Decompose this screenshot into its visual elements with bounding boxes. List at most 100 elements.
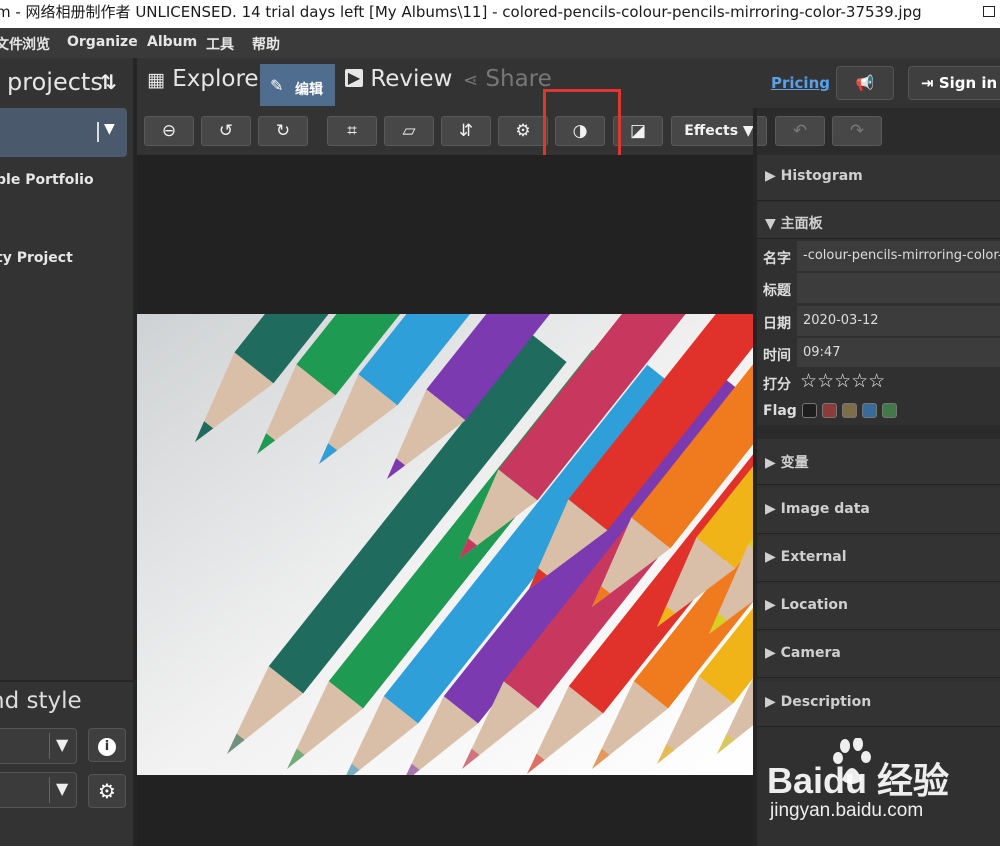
effects-label: Effects — [684, 123, 739, 139]
chevron-down-icon[interactable]: ▼ — [56, 779, 68, 798]
straighten-icon: ▱ — [402, 121, 416, 141]
date-field[interactable]: 2020-03-12 — [797, 306, 1000, 336]
row-title: 标题 — [757, 273, 1000, 304]
section-main[interactable]: ▼ 主面板 — [757, 203, 1000, 239]
edit-toolbar: ⊖ ↺ ↻ ⌗ ▱ ⇵ ⚙ ◑ ◪ Effects ▼ ↶ ↷ — [137, 108, 882, 155]
menu-browse[interactable]: 浏览 — [22, 34, 50, 54]
flag-label: Flag — [763, 403, 797, 419]
window-title: m - 网络相册制作者 UNLICENSED. 14 trial days le… — [0, 3, 922, 21]
image-data-label: Image data — [780, 501, 870, 517]
description-label: Description — [780, 694, 872, 710]
straighten-button[interactable]: ▱ — [384, 116, 434, 146]
tab-explore-label: Explore — [172, 66, 259, 92]
minus-circle-icon: ⊖ — [161, 121, 177, 141]
title-field[interactable] — [797, 273, 1000, 303]
row-rating: 打分 ☆☆☆☆☆ — [757, 367, 1000, 398]
menu-organize[interactable]: Organize — [67, 34, 138, 50]
megaphone-icon: 📢 — [855, 74, 875, 92]
settings-button[interactable]: ⚙ — [88, 774, 126, 808]
undo-button[interactable]: ↶ — [775, 116, 825, 146]
project-item-project[interactable]: ty Project — [0, 250, 73, 266]
project-item-portfolio[interactable]: ple Portfolio — [0, 172, 94, 188]
flag-swatch[interactable] — [862, 403, 877, 418]
watermark-brand: Bai​du 经验 — [767, 760, 950, 801]
section-camera[interactable]: ▶ Camera — [757, 632, 1000, 678]
pricing-link[interactable]: Pricing — [771, 74, 830, 92]
flag-swatch[interactable] — [842, 403, 857, 418]
redo-button[interactable]: ↷ — [832, 116, 882, 146]
flip-icon: ⇵ — [458, 121, 474, 141]
camera-label: Camera — [780, 645, 841, 661]
menu-album[interactable]: Album — [147, 34, 197, 50]
rotate-left-button[interactable]: ↺ — [201, 116, 251, 146]
announcement-button[interactable]: 📢 — [836, 66, 894, 100]
section-variables[interactable]: ▶ 变量 — [757, 439, 1000, 485]
tab-share-label: Share — [485, 66, 552, 92]
tab-edit[interactable]: ✎ 编辑 — [260, 64, 335, 106]
gear-icon: ⚙ — [515, 121, 531, 141]
flip-button[interactable]: ⇵ — [441, 116, 491, 146]
redo-icon: ↷ — [849, 121, 865, 141]
tab-review-label: Review — [370, 66, 453, 92]
style-dropdown-2[interactable]: ▼ — [0, 772, 77, 808]
grid-icon: ▦ — [147, 69, 165, 91]
section-external[interactable]: ▶ External — [757, 536, 1000, 582]
location-label: Location — [780, 597, 849, 613]
project-select[interactable]: ▼ — [0, 108, 127, 157]
gear-icon: ⚙ — [98, 779, 116, 803]
sort-icon[interactable]: ⇅ — [100, 70, 117, 94]
row-time: 时间 09:47 — [757, 338, 1000, 369]
menu-file[interactable]: 文件 — [0, 34, 23, 54]
sign-in-icon: ⇥ — [921, 74, 934, 92]
dropdown-separator — [49, 733, 50, 759]
crop-button[interactable]: ⌗ — [327, 116, 377, 146]
image-viewer[interactable] — [137, 155, 755, 846]
title-label: 标题 — [763, 283, 791, 299]
info-icon: i — [98, 738, 116, 756]
pencil-icon: ✎ — [270, 76, 284, 95]
flag-swatch[interactable] — [802, 403, 817, 418]
rating-stars[interactable]: ☆☆☆☆☆ — [800, 370, 885, 392]
menu-tools[interactable]: 工具 — [206, 34, 234, 54]
section-gap — [757, 425, 1000, 439]
main-panel-label: 主面板 — [780, 216, 823, 232]
sign-in-button[interactable]: ⇥ Sign in — [908, 66, 1000, 100]
panel-divider — [0, 680, 133, 682]
flag-swatch[interactable] — [822, 403, 837, 418]
chevron-down-icon[interactable]: ▼ — [104, 121, 115, 137]
date-label: 日期 — [763, 316, 791, 332]
tab-review[interactable]: ▶ Review — [345, 66, 452, 92]
tab-share[interactable]: ⋖ Share — [463, 66, 552, 92]
row-date: 日期 2020-03-12 — [757, 306, 1000, 337]
rotate-right-icon: ↻ — [275, 121, 291, 141]
exposure-icon: ◪ — [629, 121, 647, 141]
histogram-label: Histogram — [780, 168, 863, 184]
section-description[interactable]: ▶ Description — [757, 681, 1000, 727]
photo-colored-pencils — [137, 314, 753, 775]
variables-label: 变量 — [780, 455, 809, 471]
watermark-url: jingyan.baidu.com — [770, 800, 924, 821]
info-button[interactable]: i — [88, 728, 126, 762]
sign-in-label: Sign in — [938, 74, 998, 92]
projects-panel: t projects ⇅ ▼ ple Portfolio ty Project … — [0, 58, 133, 846]
section-location[interactable]: ▶ Location — [757, 584, 1000, 630]
tab-edit-label: 编辑 — [295, 82, 323, 98]
flag-swatch[interactable] — [882, 403, 897, 418]
adjust-button[interactable]: ⚙ — [498, 116, 548, 146]
section-histogram[interactable]: ▶ Histogram — [757, 155, 1000, 201]
baidu-watermark: Bai​du 经验 jingyan.baidu.com — [762, 737, 992, 828]
time-label: 时间 — [763, 348, 791, 364]
menu-help[interactable]: 帮助 — [252, 34, 280, 54]
style-dropdown-1[interactable]: ▼ — [0, 728, 77, 764]
tab-explore[interactable]: ▦ Explore — [147, 66, 259, 92]
time-field[interactable]: 09:47 — [797, 338, 1000, 368]
play-icon: ▶ — [345, 69, 363, 87]
section-image-data[interactable]: ▶ Image data — [757, 488, 1000, 534]
chevron-down-icon[interactable]: ▼ — [56, 735, 68, 754]
name-field[interactable]: -colour-pencils-mirroring-color- — [797, 241, 1000, 271]
undo-icon: ↶ — [792, 121, 808, 141]
rotate-right-button[interactable]: ↻ — [258, 116, 308, 146]
pencils-illustration — [137, 314, 753, 775]
zoom-out-button[interactable]: ⊖ — [144, 116, 194, 146]
maximize-icon[interactable] — [983, 6, 995, 17]
